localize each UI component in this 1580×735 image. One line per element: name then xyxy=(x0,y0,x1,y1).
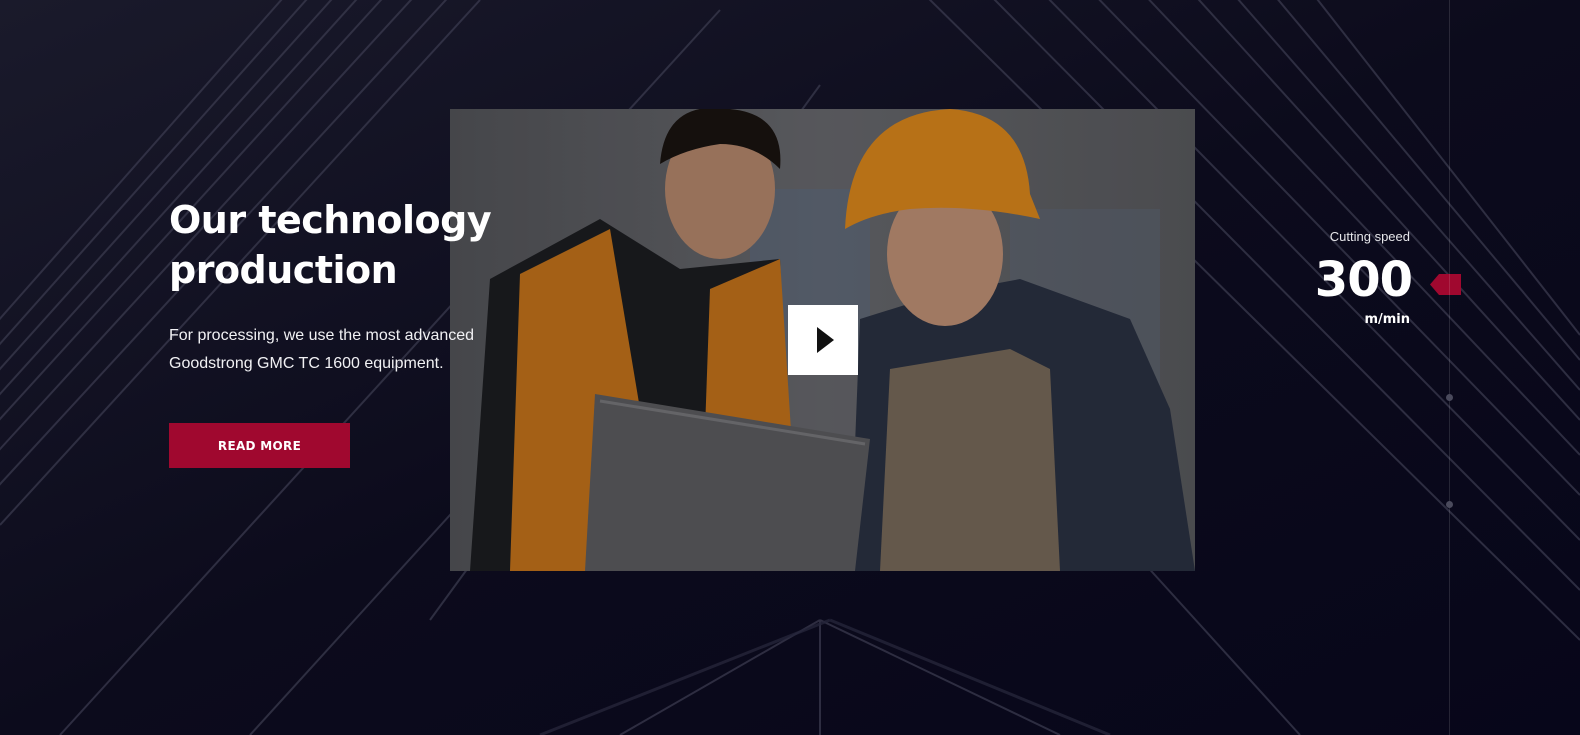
stat-label: Cutting speed xyxy=(1329,229,1410,244)
stat-unit: m/min xyxy=(1364,312,1410,327)
hero-description: For processing, we use the most advanced… xyxy=(169,327,475,372)
stat-value: 300 xyxy=(1314,252,1413,308)
play-button[interactable] xyxy=(788,305,858,375)
vertical-divider xyxy=(1449,0,1450,735)
read-more-button[interactable]: READ MORE xyxy=(169,423,350,468)
stat-marker-icon xyxy=(1430,274,1461,295)
hero-title: Our technology production xyxy=(169,198,492,292)
slider-dot[interactable] xyxy=(1446,501,1453,508)
play-icon xyxy=(816,327,834,353)
slider-dot[interactable] xyxy=(1446,394,1453,401)
